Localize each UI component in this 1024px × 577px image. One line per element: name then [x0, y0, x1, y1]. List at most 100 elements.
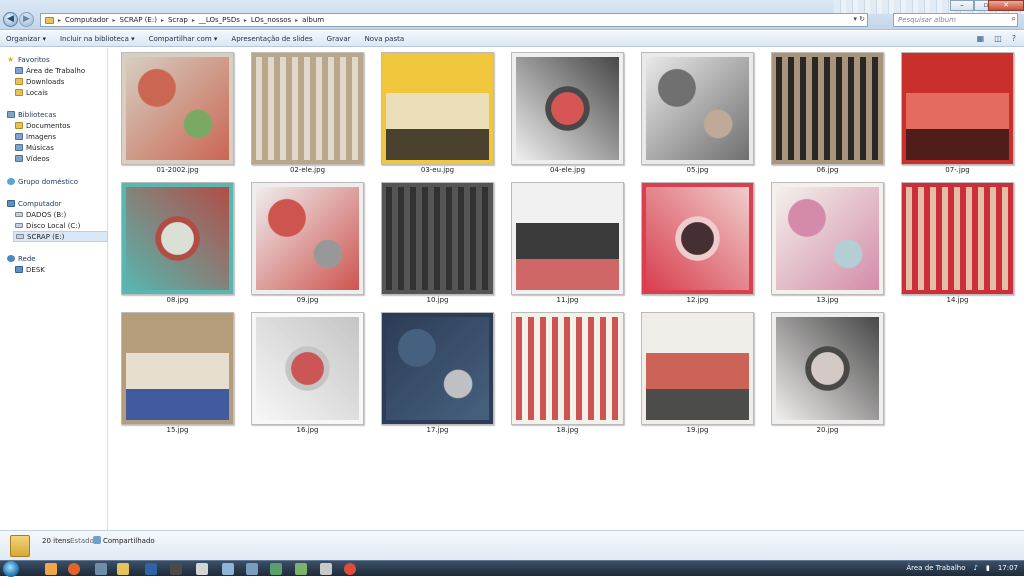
file-tile[interactable]: 17.jpg [381, 308, 494, 434]
nav-item-desk[interactable]: DESK [7, 264, 45, 275]
file-name[interactable]: 16.jpg [251, 426, 364, 434]
nav-item-drive-c[interactable]: Disco Local (C:) [7, 220, 108, 231]
breadcrumb-los-nossos[interactable]: LOs_nossos [251, 16, 291, 24]
homegroup-header[interactable]: Grupo doméstico [7, 176, 78, 187]
image-thumbnail[interactable] [381, 52, 494, 165]
file-name[interactable]: 18.jpg [511, 426, 624, 434]
nav-item-music[interactable]: Músicas [7, 142, 70, 153]
view-options-icon[interactable]: ▦ [977, 34, 985, 43]
app-icon[interactable] [222, 563, 234, 575]
file-tile[interactable]: 07-.jpg [901, 48, 1014, 174]
image-thumbnail[interactable] [251, 312, 364, 425]
file-name[interactable]: 11.jpg [511, 296, 624, 304]
file-tile[interactable]: 06.jpg [771, 48, 884, 174]
app-icon[interactable] [170, 563, 182, 575]
breadcrumb-los-psds[interactable]: __LOs_PSDs [199, 16, 240, 24]
file-name[interactable]: 03-eu.jpg [381, 166, 494, 174]
image-thumbnail[interactable] [771, 312, 884, 425]
app-icon[interactable] [95, 563, 107, 575]
file-name[interactable]: 07-.jpg [901, 166, 1014, 174]
nav-item-places[interactable]: Locais [7, 87, 85, 98]
favorites-header[interactable]: ★ Favoritos [7, 54, 85, 65]
file-tile[interactable]: 08.jpg [121, 178, 234, 304]
chevron-down-icon[interactable]: ▾ [853, 15, 857, 23]
image-thumbnail[interactable] [381, 182, 494, 295]
slideshow-button[interactable]: Apresentação de slides [231, 35, 312, 43]
file-name[interactable]: 08.jpg [121, 296, 234, 304]
file-name[interactable]: 20.jpg [771, 426, 884, 434]
image-thumbnail[interactable] [901, 182, 1014, 295]
chevron-right-icon[interactable]: ▸ [113, 17, 116, 24]
app-icon[interactable] [196, 563, 208, 575]
file-name[interactable]: 05.jpg [641, 166, 754, 174]
tray-desktop-label[interactable]: Área de Trabalho [906, 564, 965, 572]
image-thumbnail[interactable] [121, 312, 234, 425]
file-tile[interactable]: 16.jpg [251, 308, 364, 434]
organize-button[interactable]: Organizar ▾ [6, 35, 46, 43]
chevron-right-icon[interactable]: ▸ [161, 17, 164, 24]
image-thumbnail[interactable] [641, 182, 754, 295]
file-name[interactable]: 04-ele.jpg [511, 166, 624, 174]
nav-item-desktop[interactable]: Área de Trabalho [7, 65, 85, 76]
minimize-button[interactable]: – [950, 0, 974, 11]
preview-pane-icon[interactable]: ◫ [994, 34, 1002, 43]
new-folder-button[interactable]: Nova pasta [365, 35, 405, 43]
chevron-right-icon[interactable]: ▸ [244, 17, 247, 24]
image-thumbnail[interactable] [771, 52, 884, 165]
image-thumbnail[interactable] [121, 52, 234, 165]
close-button[interactable]: ✕ [988, 0, 1024, 11]
forward-button[interactable]: ▶ [19, 12, 34, 27]
back-button[interactable]: ◀ [3, 12, 18, 27]
folder-taskbar-icon[interactable] [45, 563, 57, 575]
start-button[interactable] [3, 561, 19, 577]
image-thumbnail[interactable] [511, 52, 624, 165]
file-tile[interactable]: 09.jpg [251, 178, 364, 304]
app-icon[interactable] [246, 563, 258, 575]
nav-item-documents[interactable]: Documentos [7, 120, 70, 131]
file-name[interactable]: 17.jpg [381, 426, 494, 434]
file-name[interactable]: 14.jpg [901, 296, 1014, 304]
image-thumbnail[interactable] [901, 52, 1014, 165]
network-header[interactable]: Rede [7, 253, 45, 264]
breadcrumb-computer[interactable]: Computador [65, 16, 109, 24]
file-tile[interactable]: 05.jpg [641, 48, 754, 174]
file-tile[interactable]: 03-eu.jpg [381, 48, 494, 174]
address-bar[interactable]: ▸ Computador ▸ SCRAP (E:) ▸ Scrap ▸ __LO… [40, 13, 868, 27]
share-with-button[interactable]: Compartilhar com ▾ [149, 35, 218, 43]
app-icon[interactable] [295, 563, 307, 575]
image-thumbnail[interactable] [251, 182, 364, 295]
chevron-right-icon[interactable]: ▸ [295, 17, 298, 24]
file-name[interactable]: 13.jpg [771, 296, 884, 304]
network-tray-icon[interactable]: ▮ [986, 564, 990, 572]
file-tile[interactable]: 18.jpg [511, 308, 624, 434]
file-name[interactable]: 19.jpg [641, 426, 754, 434]
image-thumbnail[interactable] [641, 312, 754, 425]
photoshop-icon[interactable] [145, 563, 157, 575]
app-icon[interactable] [270, 563, 282, 575]
image-thumbnail[interactable] [381, 312, 494, 425]
file-tile[interactable]: 15.jpg [121, 308, 234, 434]
file-name[interactable]: 12.jpg [641, 296, 754, 304]
file-tile[interactable]: 10.jpg [381, 178, 494, 304]
file-name[interactable]: 09.jpg [251, 296, 364, 304]
burn-button[interactable]: Gravar [327, 35, 351, 43]
nav-item-drive-e[interactable]: SCRAP (E:) [13, 231, 108, 242]
volume-icon[interactable]: ♪ [973, 564, 977, 572]
breadcrumb-album[interactable]: album [302, 16, 324, 24]
breadcrumb-scrap[interactable]: Scrap [168, 16, 188, 24]
file-name[interactable]: 15.jpg [121, 426, 234, 434]
app-icon[interactable] [320, 563, 332, 575]
computer-header[interactable]: Computador [7, 198, 108, 209]
chevron-right-icon[interactable]: ▸ [192, 17, 195, 24]
file-name[interactable]: 01-2002.jpg [121, 166, 234, 174]
file-name[interactable]: 02-ele.jpg [251, 166, 364, 174]
clock[interactable]: 17:07 [998, 564, 1018, 572]
chrome-icon[interactable] [344, 563, 356, 575]
search-icon[interactable]: ⌕ [1012, 14, 1016, 24]
file-name[interactable]: 10.jpg [381, 296, 494, 304]
file-tile[interactable]: 12.jpg [641, 178, 754, 304]
help-icon[interactable]: ? [1012, 34, 1016, 43]
nav-item-videos[interactable]: Vídeos [7, 153, 70, 164]
image-thumbnail[interactable] [121, 182, 234, 295]
search-input[interactable]: Pesquisar album [893, 13, 1018, 27]
